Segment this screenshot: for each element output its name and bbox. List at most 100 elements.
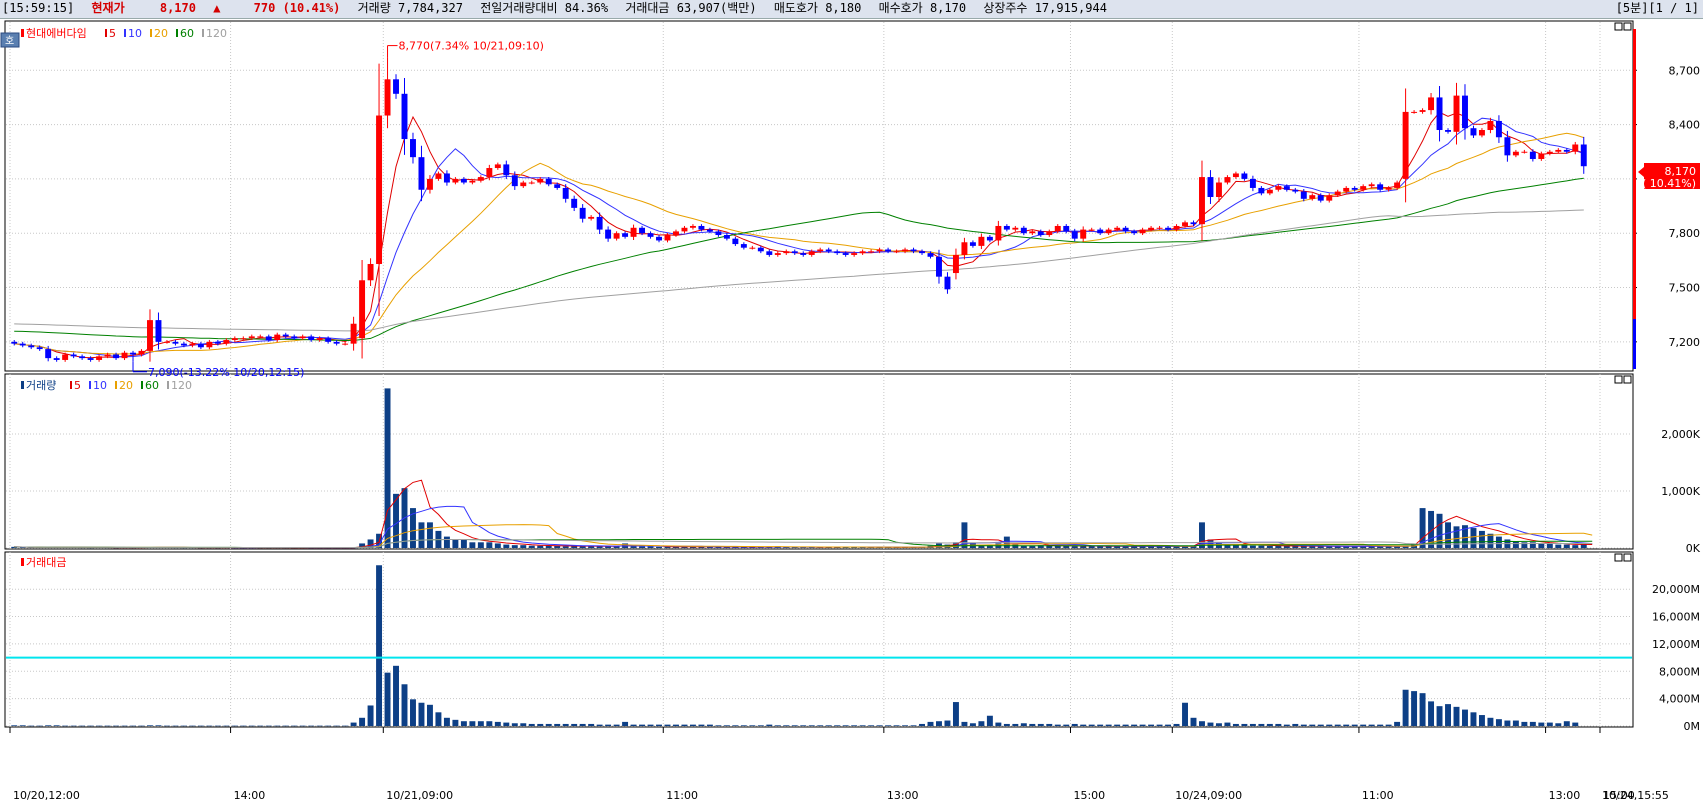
amount-bar [231,725,238,727]
candle [630,227,637,237]
candle [1224,177,1231,183]
amount-bar [350,722,357,726]
candle [1020,227,1027,234]
candle [1546,151,1553,154]
amount-bar [1487,717,1494,726]
amount-bar [1555,723,1562,726]
candle [774,253,781,255]
amount-bar [952,702,959,726]
amount-bar [1165,724,1172,726]
amount-bar [630,724,637,726]
amount-bar [995,722,1002,726]
period-selector[interactable]: [5분][1 / 1] [1616,0,1699,17]
volume-bar [1012,544,1019,548]
volume-bar [426,522,433,548]
amount-bar [766,724,773,726]
candle [410,139,416,158]
candle [426,178,433,190]
candle [418,157,425,190]
legend-item: 10 [93,379,107,392]
candle [393,79,399,94]
amount-bar [622,721,629,726]
amount-bar [1097,724,1104,726]
candle [113,354,120,359]
amount-legend-marker [21,558,24,566]
candle [1105,229,1112,234]
volume-pane-close-button[interactable] [1623,375,1632,384]
price-tick-label: 7,800 [1669,227,1701,240]
candle [180,343,187,346]
price-pane-max-button[interactable] [1614,22,1623,31]
amount-bar [180,725,187,727]
candle [808,251,815,255]
amount-bar [155,725,162,726]
amount-bar [460,721,467,726]
amount-pane[interactable] [4,551,1634,728]
amount-bar [265,725,272,727]
amount-bar [494,721,501,726]
volume-bar [571,546,578,548]
volume-bar [1071,546,1078,548]
amount-bar [163,725,170,727]
candle [1495,120,1502,138]
volume-bar [477,542,484,548]
amount-bar [274,725,281,727]
amount-bar [257,725,264,727]
volume-pane-max-button[interactable] [1614,375,1623,384]
candle [45,349,52,359]
amount-bar [1546,722,1553,726]
candle [825,249,832,252]
legend-swatch [115,381,117,389]
amount-bar [919,723,925,726]
price-pane[interactable] [4,20,1634,372]
candle [1436,97,1443,131]
candle [1190,222,1197,225]
candle [1003,225,1010,230]
amount-bar [834,725,841,726]
amount-bar [1114,724,1121,726]
candle [664,235,671,241]
legend-swatch [202,29,204,37]
amount-bar [689,724,696,726]
legend-item: 10 [128,27,142,40]
candle [1046,231,1053,236]
svg-text:7,090(-13.22% 10/20,12:15): 7,090(-13.22% 10/20,12:15) [148,366,304,379]
amount-tick-label: 16,000M [1652,611,1700,624]
amount-bar [825,725,832,726]
candle [138,350,145,355]
amount-bar [282,725,289,727]
volume-bar [503,544,510,548]
amount-bar [647,724,654,726]
candle [452,178,459,183]
amount-pane-close-button[interactable] [1623,553,1632,562]
amount-tick-label: 8,000M [1659,665,1700,678]
candle [1402,111,1409,179]
candle [1555,149,1562,152]
amount-bar [426,704,433,726]
price-pane-close-button[interactable] [1623,22,1632,31]
amount-bar [206,725,213,727]
amount-bar [240,725,247,727]
volume-pane[interactable] [4,373,1634,550]
candle [851,253,858,255]
ask-price: 매도호가 8,180 [773,1,862,15]
candle [316,338,323,341]
candle [1368,184,1375,187]
amount-bar [172,725,179,727]
amount-bar [28,725,35,727]
volume-bar [639,546,646,548]
amount-pane-max-button[interactable] [1614,553,1623,562]
candle [978,236,985,246]
candle [673,231,679,236]
price-tick-label: 7,200 [1669,336,1701,349]
stock-chart[interactable]: 7,2007,5007,8008,1008,4008,7000K1,000K2,… [0,19,1703,805]
amount-bar [214,725,221,727]
candle [1114,227,1121,230]
candle [147,320,153,351]
amount-bar [503,722,510,726]
amount-bar [1300,724,1307,726]
amount-bar [1258,723,1265,726]
candle [1445,130,1451,132]
amount-bar [418,702,425,726]
amount-bar [36,725,43,727]
